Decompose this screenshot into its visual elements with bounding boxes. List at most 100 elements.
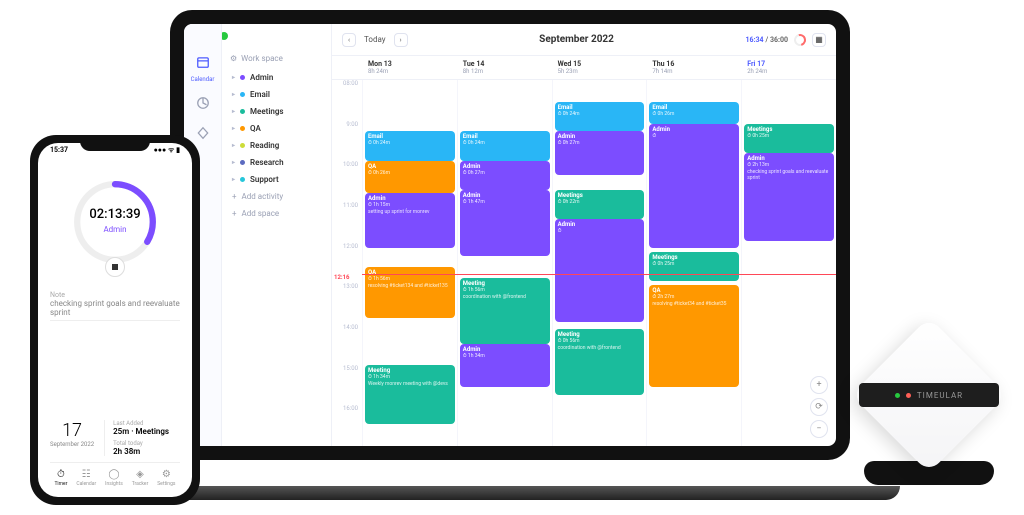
calendar-event[interactable]: Admin⏱ (649, 124, 739, 248)
calendar-icon[interactable] (193, 52, 213, 72)
time-slot-label: 14:00 (332, 324, 362, 365)
day-column[interactable]: Email⏱ 0h 24mAdmin⏱ 0h 27m Meetings⏱ 0h 2… (552, 80, 647, 446)
event-duration: ⏱ 1h 34m (368, 374, 452, 380)
calendar-event[interactable]: Admin⏱ (555, 219, 645, 321)
led-green-icon (895, 393, 900, 398)
day-label: Mon 13 (368, 60, 451, 68)
event-note: coordination with @frontend (463, 294, 547, 300)
activity-color-icon (240, 75, 245, 80)
stop-icon (112, 264, 118, 270)
event-title: Admin (463, 163, 547, 170)
calendar-event[interactable]: Email⏱ 0h 24m (365, 131, 455, 160)
event-title: Meetings (747, 126, 831, 133)
day-total: 7h 14m (652, 68, 735, 75)
add-activity-button[interactable]: + Add activity (230, 188, 323, 205)
calendar-event[interactable]: Meeting⏱ 0h 56mcoordination with @fronte… (555, 329, 645, 395)
phone-tabbar: ⏱Timer ☷Calendar ◯Insights ◈Tracker ⚙Setting… (50, 462, 180, 487)
time-slot-label: 16:00 (332, 405, 362, 446)
event-note: setting up sprint for monrev (368, 209, 452, 215)
activity-color-icon (240, 177, 245, 182)
prev-week-button[interactable]: ‹ (342, 33, 356, 47)
today-button[interactable]: Today (360, 35, 390, 44)
calendar-event[interactable]: QA⏱ 0h 26m (365, 161, 455, 194)
day-column[interactable]: Email⏱ 0h 24mAdmin⏱ 0h 27mAdmin⏱ 1h 47m M… (457, 80, 552, 446)
day-column[interactable]: Email⏱ 0h 26mAdmin⏱ Meetings⏱ 0h 25m QA⏱ … (646, 80, 741, 446)
day-total: 8h 12m (463, 68, 546, 75)
activity-item[interactable]: ▸Support (230, 171, 323, 188)
event-title: Admin (558, 221, 642, 228)
activity-item[interactable]: ▸QA (230, 120, 323, 137)
day-total: 2h 24m (747, 68, 830, 75)
calendar-event[interactable]: Email⏱ 0h 24m (555, 102, 645, 131)
zoom-out-button[interactable]: − (810, 420, 828, 438)
calendar-event[interactable]: Email⏱ 0h 26m (649, 102, 739, 124)
activity-name: Research (250, 158, 284, 167)
activity-item[interactable]: ▸Email (230, 86, 323, 103)
event-title: Meeting (463, 280, 547, 287)
time-summary: 16:34 / 36:00 ▦ (746, 33, 826, 47)
event-title: Meetings (652, 254, 736, 261)
now-indicator: 12:16 (362, 274, 836, 275)
calendar-event[interactable]: Meeting⏱ 1h 56mcoordination with @fronte… (460, 278, 550, 344)
plus-icon: + (232, 209, 237, 218)
event-title: Admin (558, 133, 642, 140)
time-column: 08:009:0010:0011:0012:0013:0014:0015:001… (332, 80, 362, 446)
calendar-event[interactable]: Admin⏱ 1h 34m (460, 344, 550, 388)
datepicker-button[interactable]: ▦ (812, 33, 826, 47)
calendar-event[interactable]: QA⏱ 2h 27mresolving #ticket34 and #ticke… (649, 285, 739, 387)
tab-insights[interactable]: ◯Insights (105, 469, 123, 487)
day-header[interactable]: Mon 138h 24m (362, 56, 457, 79)
calendar-event[interactable]: Meetings⏱ 0h 22m (555, 190, 645, 219)
chevron-right-icon: ▸ (232, 74, 235, 81)
day-header[interactable]: Fri 172h 24m (741, 56, 836, 79)
total-today-value: 2h 38m (113, 447, 169, 456)
plus-icon: + (232, 192, 237, 201)
add-activity-label: Add activity (242, 192, 284, 201)
calendar-event[interactable]: Admin⏱ 1h 47m (460, 190, 550, 256)
calendar-event[interactable]: Admin⏱ 1h 15msetting up sprint for monre… (365, 193, 455, 248)
event-title: Meetings (558, 192, 642, 199)
tab-tracker[interactable]: ◈Tracker (132, 469, 149, 487)
day-header[interactable]: Tue 148h 12m (457, 56, 552, 79)
activity-item[interactable]: ▸Admin (230, 69, 323, 86)
time-slot-label: 10:00 (332, 161, 362, 202)
event-duration: ⏱ 1h 56m (368, 276, 452, 282)
app-root: Calendar ⚙ Work space ▸Admin▸Email▸Meeti… (184, 24, 836, 446)
workspace-header[interactable]: ⚙ Work space (230, 54, 323, 63)
reset-zoom-button[interactable]: ⟳ (810, 398, 828, 416)
zoom-in-button[interactable]: + (810, 376, 828, 394)
calendar-event[interactable]: Meetings⏱ 0h 25m (649, 252, 739, 281)
event-duration: ⏱ 0h 56m (558, 338, 642, 344)
event-title: Admin (368, 195, 452, 202)
timer-icon: ⏱ (57, 469, 65, 480)
activity-item[interactable]: ▸ Research (230, 154, 323, 171)
day-header[interactable]: Wed 155h 23m (552, 56, 647, 79)
tracked-time: 16:34 (746, 36, 764, 44)
add-space-button[interactable]: +Add space (230, 205, 323, 222)
note-input[interactable]: checking sprint goals and reevaluate spr… (50, 299, 180, 321)
event-title: Email (558, 104, 642, 111)
insights-icon[interactable] (193, 93, 213, 113)
event-title: Admin (652, 126, 736, 133)
next-week-button[interactable]: › (394, 33, 408, 47)
calendar-event[interactable]: Admin⏱ 2h 13mchecking sprint goals and r… (744, 153, 834, 241)
calendar-event[interactable]: Meeting⏱ 1h 34mWeekly monrev meeting wit… (365, 365, 455, 424)
tab-calendar[interactable]: ☷Calendar (76, 469, 96, 487)
calendar-event[interactable]: Admin⏱ 0h 27m (460, 161, 550, 190)
activity-item[interactable]: ▸Reading (230, 137, 323, 154)
calendar-event[interactable]: Admin⏱ 0h 27m (555, 131, 645, 175)
chevron-right-icon: ▸ (232, 159, 235, 166)
tab-timer[interactable]: ⏱Timer (54, 469, 67, 487)
activity-name: Email (250, 90, 270, 99)
activity-item[interactable]: ▸Meetings (230, 103, 323, 120)
laptop-device: Calendar ⚙ Work space ▸Admin▸Email▸Meeti… (150, 0, 870, 500)
calendar-event[interactable]: Email⏱ 0h 24m (460, 131, 550, 160)
day-header[interactable]: Thu 167h 14m (646, 56, 741, 79)
event-title: Email (652, 104, 736, 111)
stop-button[interactable] (105, 257, 125, 277)
day-column[interactable]: Email⏱ 0h 24mQA⏱ 0h 26mAdmin⏱ 1h 15msett… (362, 80, 457, 446)
calendar-event[interactable]: Meetings⏱ 0h 25m (744, 124, 834, 153)
activity-color-icon (240, 92, 245, 97)
chevron-right-icon: ▸ (232, 142, 235, 149)
tab-settings[interactable]: ⚙Settings (157, 469, 175, 487)
